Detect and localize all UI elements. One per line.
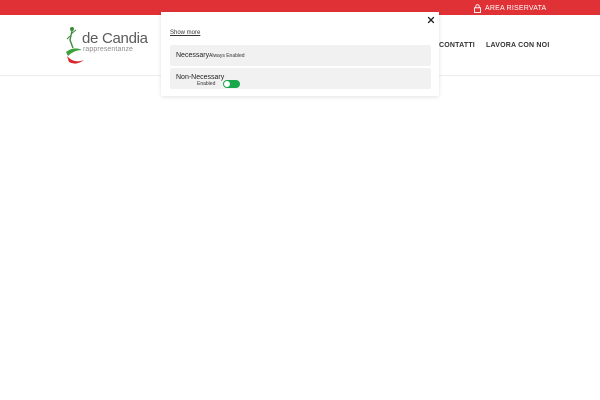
category-status: Enabled [197, 81, 216, 87]
category-title: Necessary [176, 52, 210, 59]
category-status: Always Enabled [209, 53, 245, 59]
cookie-category-necessary[interactable]: Necessary Always Enabled [170, 45, 431, 66]
cookie-settings-modal: Show more Necessary Always Enabled Non-N… [161, 12, 439, 96]
toggle-knob [224, 81, 230, 87]
non-necessary-toggle[interactable] [223, 80, 240, 88]
lock-icon [474, 3, 481, 13]
close-icon[interactable] [426, 15, 436, 25]
cookie-category-non-necessary[interactable]: Non-Necessary Enabled [170, 68, 431, 89]
category-title: Non-Necessary [176, 74, 225, 81]
area-riservata-link[interactable]: AREA RISERVATA [474, 3, 546, 13]
nav-lavora-con-noi[interactable]: LAVORA CON NOI [486, 42, 549, 49]
show-more-link[interactable]: Show more [170, 30, 200, 36]
area-riservata-label: AREA RISERVATA [485, 4, 547, 12]
logo-subtitle: rappresentanze [83, 46, 134, 53]
nav-contatti[interactable]: CONTATTI [439, 42, 475, 49]
logo-name: de Candia [82, 30, 148, 47]
